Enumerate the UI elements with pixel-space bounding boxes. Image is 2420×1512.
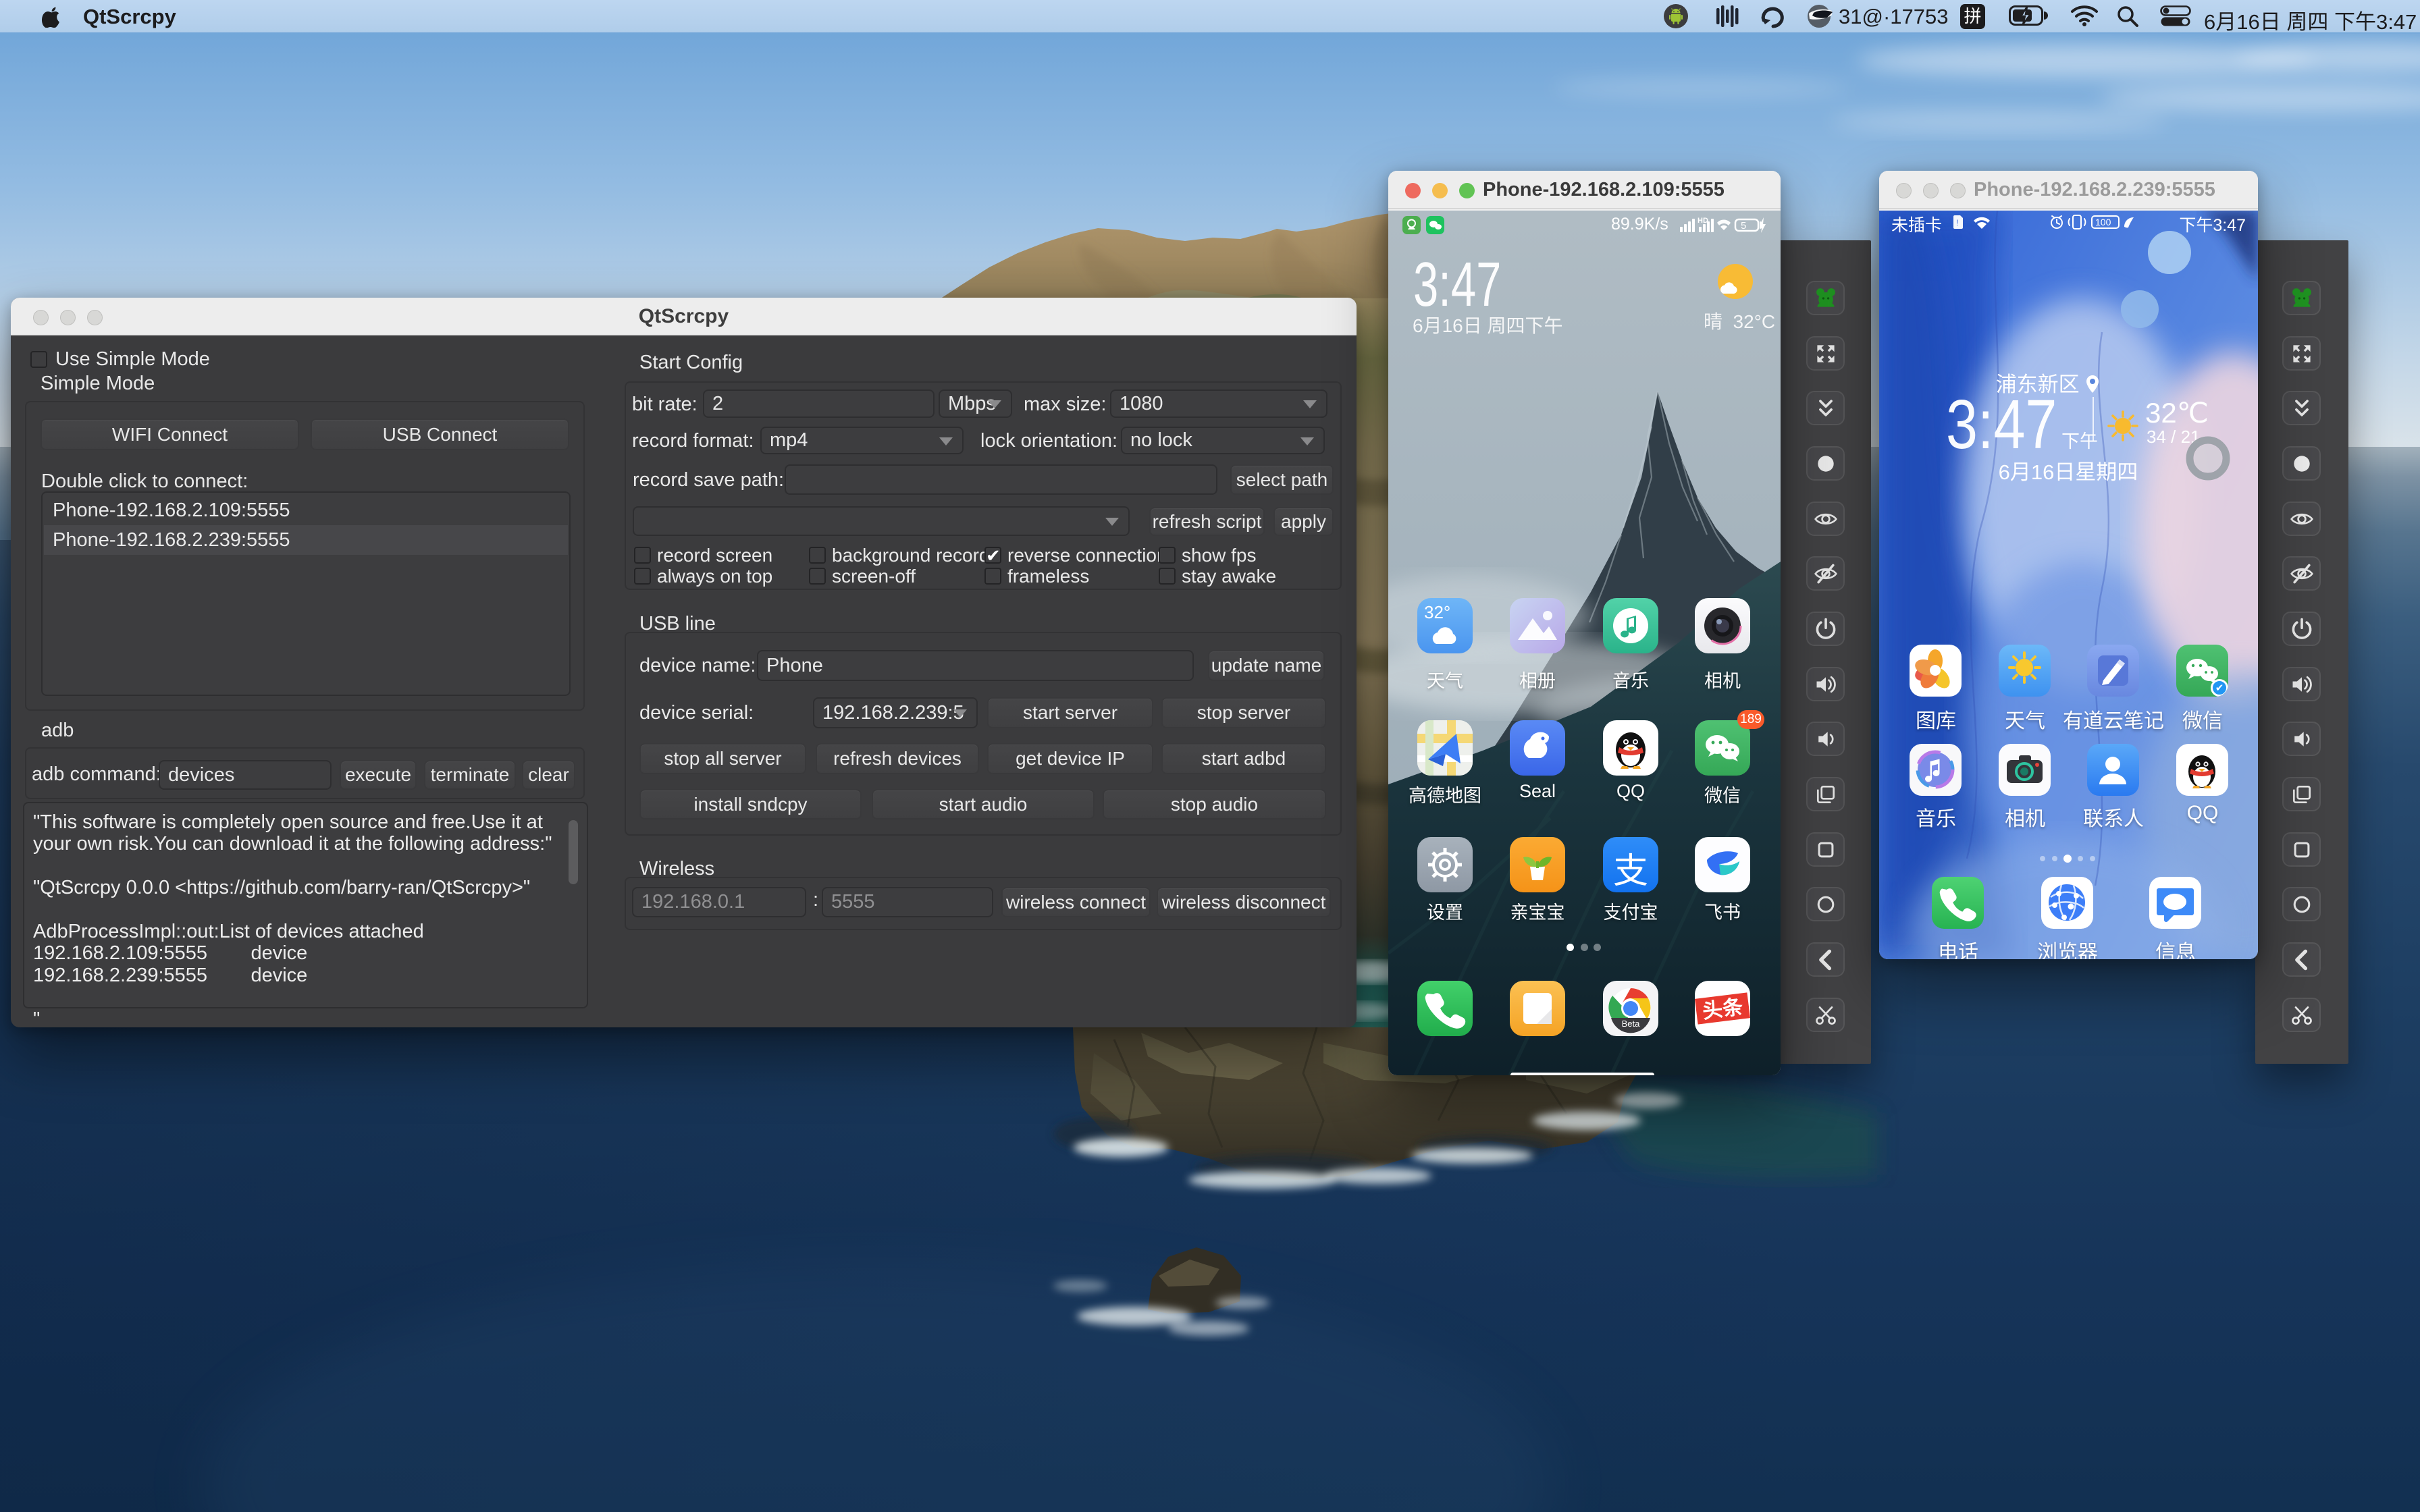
svg-text:HD: HD [1698,217,1708,225]
svg-text:!: ! [1956,218,1958,227]
svg-text:Beta: Beta [1622,1019,1641,1029]
svg-text:100: 100 [2095,217,2111,227]
svg-text:5: 5 [1741,220,1746,232]
